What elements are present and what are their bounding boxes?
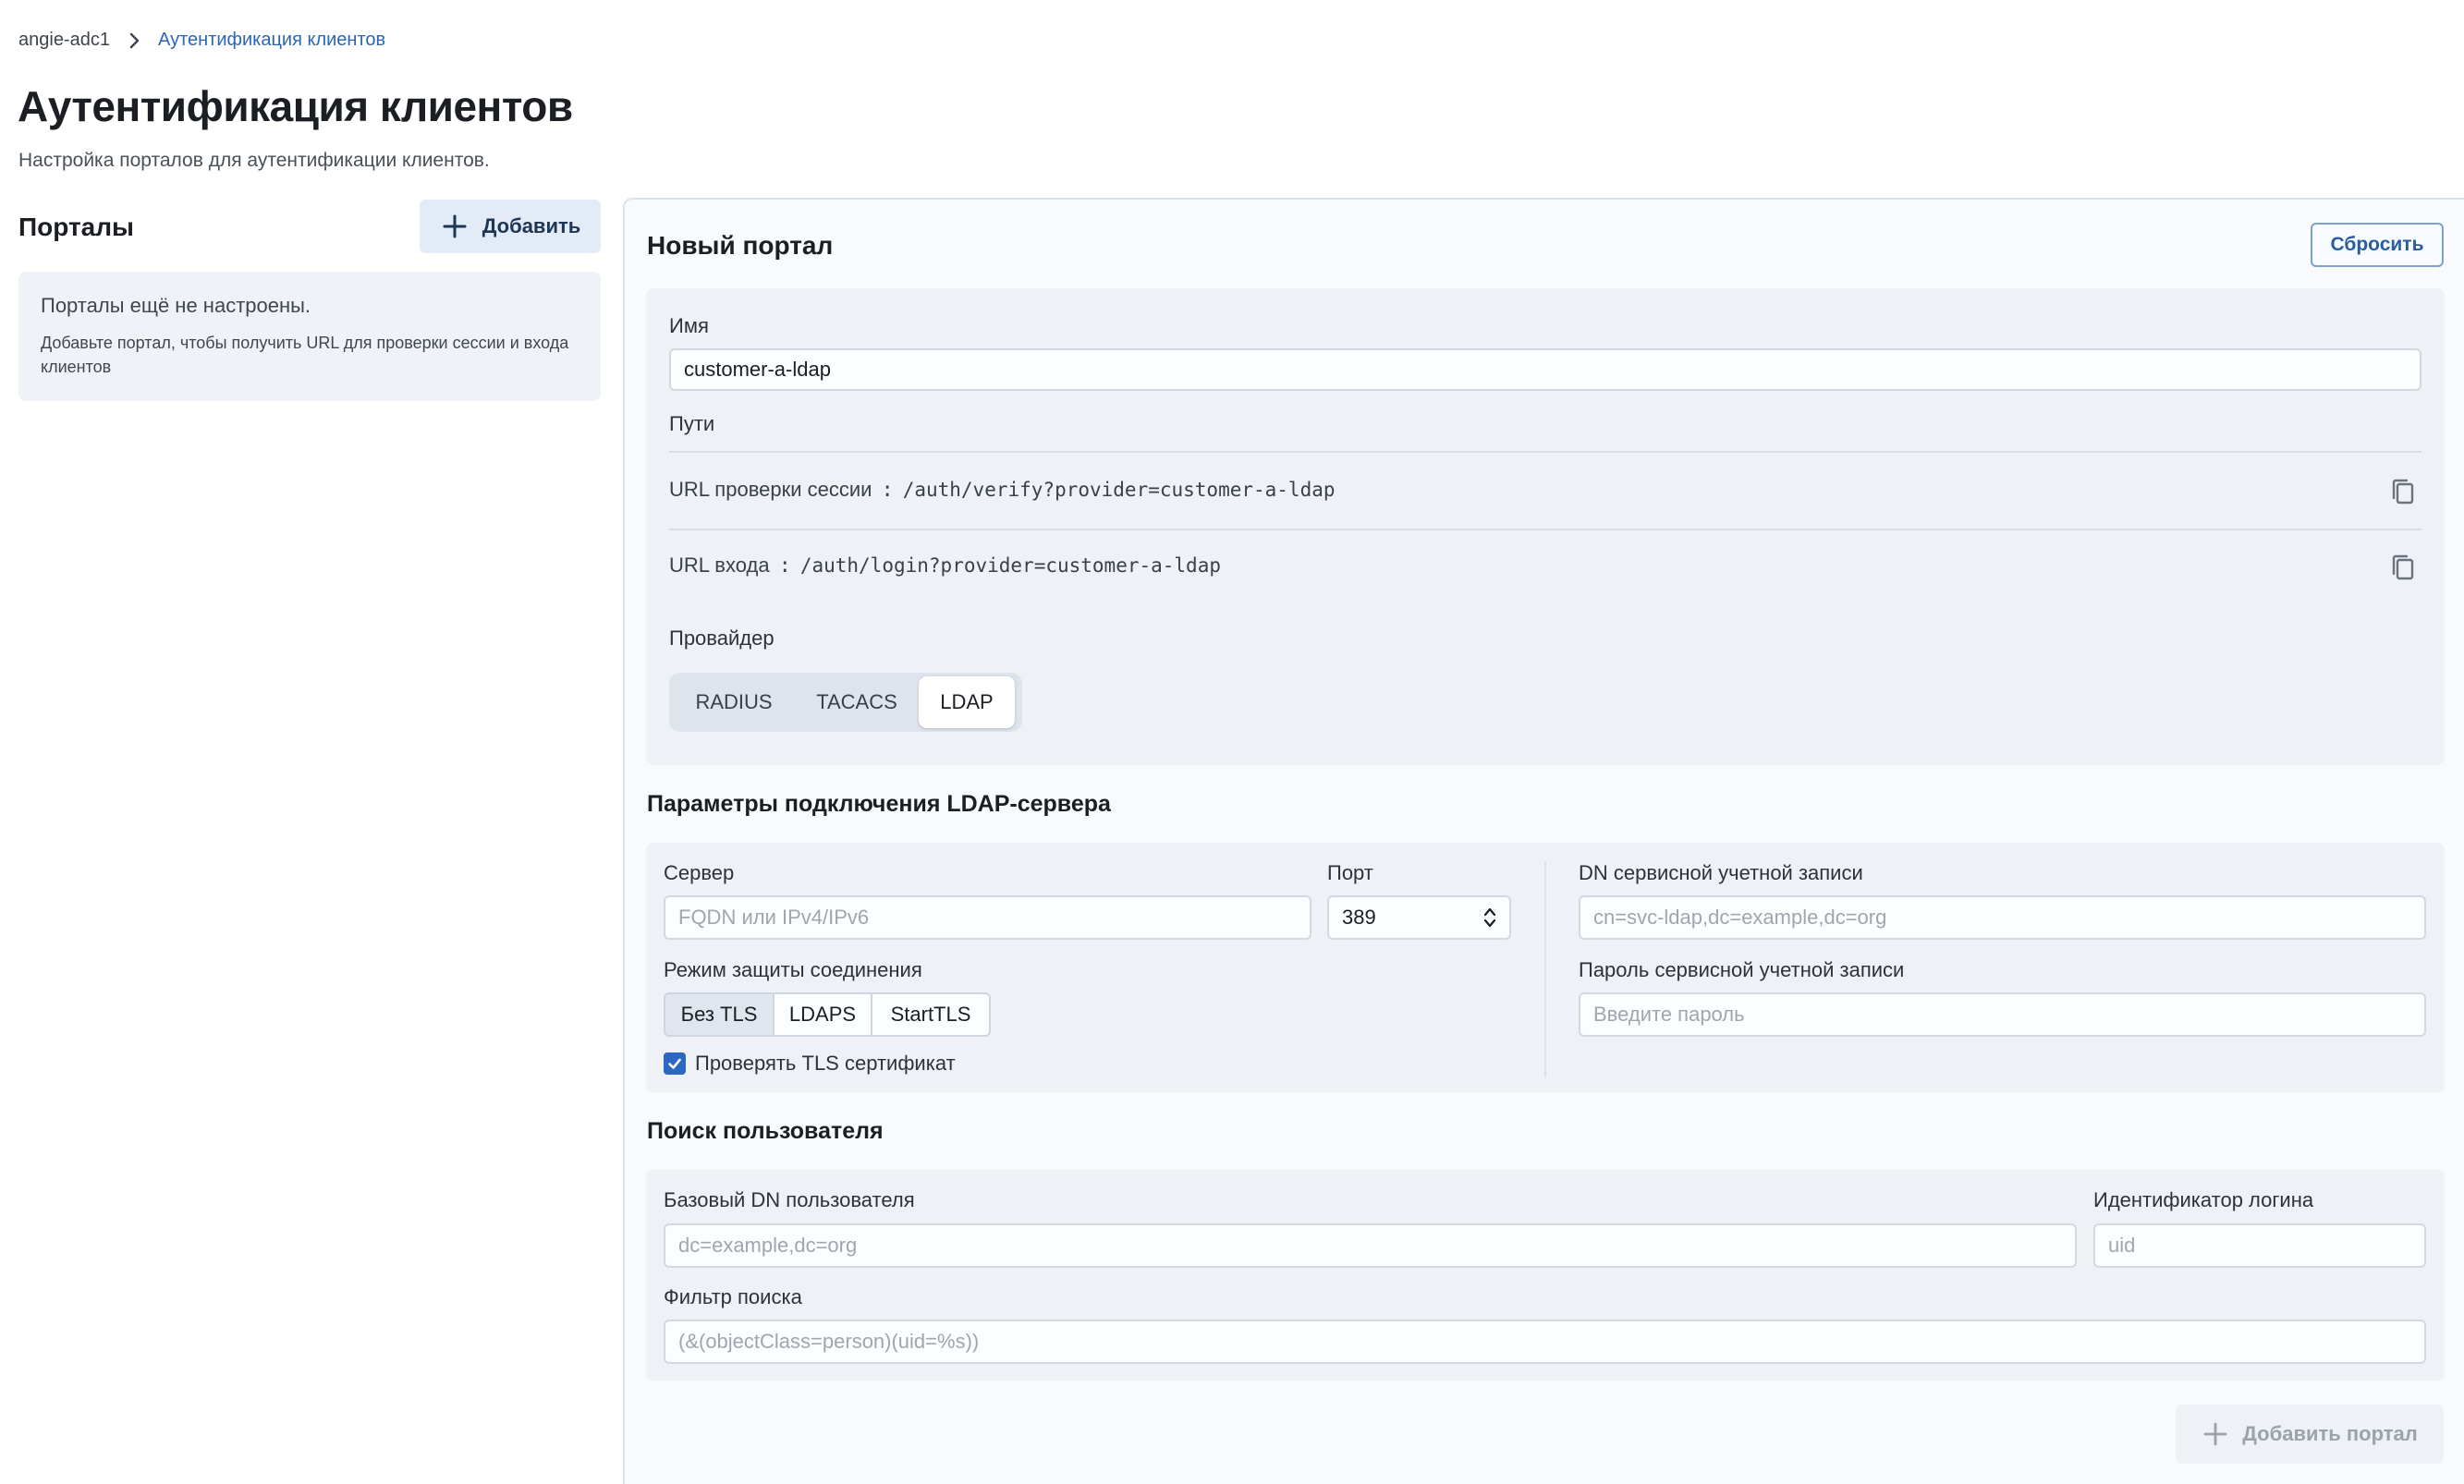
service-dn-label: DN сервисной учетной записи bbox=[1579, 861, 1863, 884]
login-id-input[interactable]: uid bbox=[2093, 1223, 2426, 1268]
provider-option-ldap[interactable]: LDAP bbox=[919, 676, 1015, 728]
login-url-value: /auth/login?provider=customer-a-ldap bbox=[799, 554, 1221, 577]
verify-url-row: URL проверки сессии : /auth/verify?provi… bbox=[669, 478, 1336, 502]
provider-label: Провайдер bbox=[669, 626, 775, 650]
search-filter-label: Фильтр поиска bbox=[664, 1285, 802, 1308]
verify-url-value: /auth/verify?provider=customer-a-ldap bbox=[902, 479, 1336, 501]
provider-selector: RADIUS TACACS LDAP bbox=[669, 673, 1022, 732]
mode-option-starttls[interactable]: StartTLS bbox=[872, 994, 989, 1035]
page-subtitle: Настройка порталов для аутентификации кл… bbox=[18, 150, 490, 171]
verify-tls-row: Проверять TLS сертификат bbox=[664, 1052, 956, 1076]
verify-url-sep: : bbox=[881, 478, 894, 502]
add-portal-button[interactable]: Добавить bbox=[420, 200, 601, 253]
chevron-right-icon bbox=[129, 32, 140, 48]
verify-tls-checkbox[interactable] bbox=[664, 1052, 686, 1075]
base-dn-input[interactable]: dc=example,dc=org bbox=[664, 1223, 2077, 1268]
login-url-sep: : bbox=[778, 553, 791, 578]
port-value: 389 bbox=[1342, 906, 1376, 929]
provider-option-radius[interactable]: RADIUS bbox=[673, 676, 795, 728]
divider bbox=[669, 451, 2421, 453]
login-url-label: URL входа bbox=[669, 553, 770, 577]
service-password-label: Пароль сервисной учетной записи bbox=[1579, 958, 1905, 981]
verify-tls-label[interactable]: Проверять TLS сертификат bbox=[695, 1052, 956, 1076]
empty-text: Добавьте портал, чтобы получить URL для … bbox=[41, 334, 569, 376]
paths-label: Пути bbox=[669, 412, 715, 435]
ldap-section-title: Параметры подключения LDAP-сервера bbox=[647, 791, 1111, 817]
mode-option-no-tls[interactable]: Без TLS bbox=[665, 994, 775, 1035]
port-label: Порт bbox=[1327, 861, 1373, 884]
server-label: Сервер bbox=[664, 861, 735, 884]
copy-icon[interactable] bbox=[2388, 552, 2418, 583]
breadcrumb: angie-adc1 Аутентификация клиентов bbox=[18, 30, 385, 51]
add-portal-label: Добавить bbox=[482, 214, 581, 237]
breadcrumb-root[interactable]: angie-adc1 bbox=[18, 30, 110, 51]
submit-portal-button[interactable]: Добавить портал bbox=[2176, 1405, 2444, 1464]
copy-icon[interactable] bbox=[2388, 476, 2418, 507]
plus-icon bbox=[443, 214, 467, 238]
new-portal-title: Новый портал bbox=[647, 231, 834, 260]
empty-title: Порталы ещё не настроены. bbox=[41, 294, 311, 317]
column-divider bbox=[1544, 861, 1546, 1077]
reset-button[interactable]: Сбросить bbox=[2311, 223, 2444, 267]
name-input[interactable]: customer-a-ldap bbox=[669, 348, 2421, 391]
portals-title: Порталы bbox=[18, 213, 134, 241]
security-mode-selector: Без TLS LDAPS StartTLS bbox=[664, 992, 991, 1037]
mode-option-ldaps[interactable]: LDAPS bbox=[775, 994, 872, 1035]
check-icon bbox=[668, 1058, 681, 1069]
service-dn-input[interactable]: cn=svc-ldap,dc=example,dc=org bbox=[1579, 895, 2426, 940]
name-label: Имя bbox=[669, 314, 709, 337]
stepper-icon[interactable] bbox=[1482, 905, 1498, 931]
user-search-title: Поиск пользователя bbox=[647, 1118, 884, 1144]
security-mode-label: Режим защиты соединения bbox=[664, 958, 922, 981]
login-url-row: URL входа : /auth/login?provider=custome… bbox=[669, 553, 1221, 578]
submit-portal-label: Добавить портал bbox=[2242, 1422, 2418, 1445]
base-dn-label: Базовый DN пользователя bbox=[664, 1188, 915, 1211]
divider bbox=[669, 529, 2421, 530]
verify-url-label: URL проверки сессии bbox=[669, 478, 872, 501]
login-id-label: Идентификатор логина bbox=[2093, 1188, 2314, 1211]
provider-option-tacacs[interactable]: TACACS bbox=[795, 676, 919, 728]
port-input[interactable]: 389 bbox=[1327, 895, 1511, 940]
server-input[interactable]: FQDN или IPv4/IPv6 bbox=[664, 895, 1311, 940]
plus-icon bbox=[2203, 1422, 2227, 1446]
breadcrumb-current[interactable]: Аутентификация клиентов bbox=[158, 30, 385, 51]
page-title: Аутентификация клиентов bbox=[18, 82, 573, 130]
search-filter-input[interactable]: (&(objectClass=person)(uid=%s)) bbox=[664, 1320, 2426, 1364]
portals-empty-state: Порталы ещё не настроены. Добавьте порта… bbox=[18, 272, 601, 401]
service-password-input[interactable]: Введите пароль bbox=[1579, 992, 2426, 1037]
